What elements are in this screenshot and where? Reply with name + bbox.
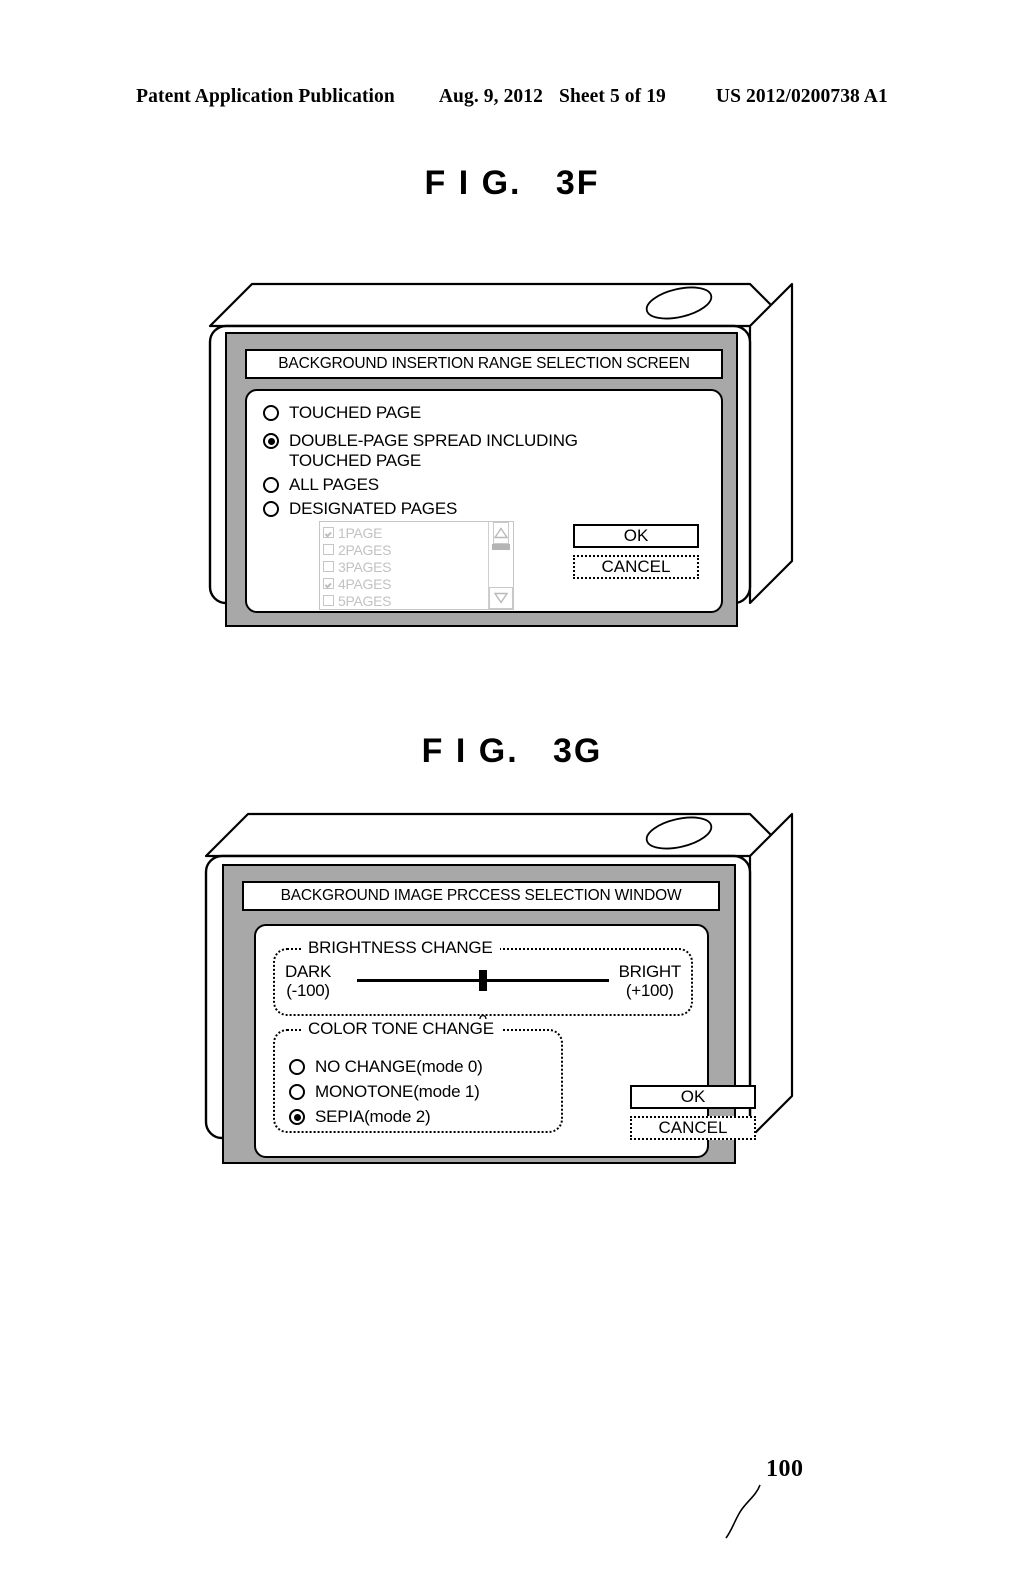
color-tone-group-legend: COLOR TONE CHANGE [301, 1019, 501, 1039]
triangle-up-icon[interactable] [493, 522, 509, 544]
cancel-button[interactable]: CANCEL [630, 1116, 756, 1140]
header-sheet-label: Sheet 5 of 19 [559, 86, 666, 107]
radio-option-monotone[interactable]: MONOTONE(mode 1) [289, 1082, 480, 1102]
scrollbar-thumb[interactable] [492, 544, 510, 550]
radio-indicator [263, 501, 279, 517]
checkbox-checked-icon[interactable] [323, 578, 334, 589]
ok-button[interactable]: OK [573, 524, 699, 548]
dialog-title-bar-fig3g: BACKGROUND IMAGE PRCCESS SELECTION WINDO… [242, 881, 720, 911]
slider-min-value: (-100) [286, 981, 330, 1000]
patent-drawing-page: { "header": { "publication": "Patent App… [0, 0, 1024, 1539]
screen-bezel-fig3f: BACKGROUND INSERTION RANGE SELECTION SCR… [225, 332, 738, 627]
checkbox-icon[interactable] [323, 595, 334, 606]
radio-indicator [263, 477, 279, 493]
slider-max-label: BRIGHT (+100) [618, 962, 682, 1000]
figure-3f-caption: F I G. 3F [424, 164, 600, 202]
brightness-slider-thumb[interactable] [479, 970, 487, 991]
radio-option-label-line2: TOUCHED PAGE [289, 451, 422, 470]
device-illustration-fig3f: BACKGROUND INSERTION RANGE SELECTION SCR… [196, 256, 816, 656]
brightness-group-legend: BRIGHTNESS CHANGE [301, 938, 500, 958]
list-item[interactable]: 2PAGES [323, 541, 488, 558]
checkbox-icon[interactable] [323, 544, 334, 555]
triangle-up-glyph [494, 527, 508, 539]
radio-indicator-selected [263, 433, 279, 449]
header-document-number: US 2012/0200738 A1 [715, 86, 888, 107]
triangle-down-icon[interactable] [489, 587, 513, 609]
slider-min-label: DARK (-100) [285, 962, 331, 1000]
list-item-label: 3PAGES [338, 558, 392, 575]
color-tone-change-group: COLOR TONE CHANGE NO CHANGE(mode 0) MONO… [273, 1019, 563, 1133]
dialog-body-fig3g: BRIGHTNESS CHANGE DARK (-100) BRIGHT (+1… [254, 924, 756, 1158]
radio-indicator-selected [289, 1109, 305, 1125]
listbox-scrollbar[interactable] [488, 522, 513, 609]
brightness-change-group: BRIGHTNESS CHANGE DARK (-100) BRIGHT (+1… [273, 938, 693, 1030]
page-header: Patent Application Publication Aug. 9, 2… [0, 86, 1024, 116]
designated-pages-listbox[interactable]: 1PAGE 2PAGES 3PAGES 4PAGES 5PAGES [319, 521, 514, 610]
radio-indicator [289, 1059, 305, 1075]
radio-option-label: SEPIA(mode 2) [315, 1107, 431, 1126]
radio-option-label: TOUCHED PAGE [289, 403, 422, 422]
radio-option-label: ALL PAGES [289, 475, 379, 494]
radio-option-all-pages[interactable]: ALL PAGES [263, 475, 379, 495]
radio-option-touched-page[interactable]: TOUCHED PAGE [263, 403, 421, 423]
header-date-label: Aug. 9, 2012 [438, 86, 543, 107]
reference-numeral-100-fig3g: 100 [766, 1456, 804, 1482]
radio-indicator [289, 1084, 305, 1100]
header-publication-label: Patent Application Publication [136, 86, 395, 107]
list-item[interactable]: 5PAGES [323, 592, 488, 609]
brightness-slider-track[interactable]: 0 [357, 970, 609, 1030]
radio-option-designated-pages[interactable]: DESIGNATED PAGES [263, 499, 457, 519]
radio-option-label-line1: DOUBLE-PAGE SPREAD INCLUDING [289, 431, 578, 450]
list-item[interactable]: 1PAGE [323, 524, 488, 541]
checkbox-checked-icon[interactable] [323, 527, 334, 538]
triangle-down-glyph [494, 592, 508, 604]
list-item[interactable]: 4PAGES [323, 575, 488, 592]
dialog-title-bar-fig3f: BACKGROUND INSERTION RANGE SELECTION SCR… [245, 349, 723, 379]
lead-line-fig3g [725, 1484, 761, 1539]
slider-max-value: (+100) [625, 981, 674, 1000]
radio-option-label: NO CHANGE(mode 0) [315, 1057, 483, 1076]
figure-3g-caption: F I G. 3G [421, 732, 603, 770]
device-illustration-fig3g: BACKGROUND IMAGE PRCCESS SELECTION WINDO… [192, 786, 812, 1186]
list-item-label: 5PAGES [338, 592, 392, 609]
radio-option-label: MONOTONE(mode 1) [315, 1082, 480, 1101]
radio-option-no-change[interactable]: NO CHANGE(mode 0) [289, 1057, 483, 1077]
checkbox-icon[interactable] [323, 561, 334, 572]
cancel-button[interactable]: CANCEL [573, 555, 699, 579]
slider-max-text: BRIGHT [618, 962, 682, 981]
radio-option-label: DESIGNATED PAGES [289, 499, 458, 518]
list-item-label: 4PAGES [338, 575, 392, 592]
radio-option-double-page-spread[interactable]: DOUBLE-PAGE SPREAD INCLUDING TOUCHED PAG… [263, 431, 578, 471]
slider-min-text: DARK [285, 962, 332, 981]
screen-bezel-fig3g: BACKGROUND IMAGE PRCCESS SELECTION WINDO… [222, 864, 756, 1164]
ok-button[interactable]: OK [630, 1085, 756, 1109]
list-item[interactable]: 3PAGES [323, 558, 488, 575]
list-item-label: 1PAGE [338, 524, 383, 541]
radio-indicator [263, 405, 279, 421]
radio-option-label: DOUBLE-PAGE SPREAD INCLUDING TOUCHED PAG… [289, 431, 578, 471]
listbox-items: 1PAGE 2PAGES 3PAGES 4PAGES 5PAGES [320, 522, 488, 609]
list-item-label: 2PAGES [338, 541, 392, 558]
dialog-body-fig3f: TOUCHED PAGE DOUBLE-PAGE SPREAD INCLUDIN… [245, 389, 723, 613]
radio-option-sepia[interactable]: SEPIA(mode 2) [289, 1107, 431, 1127]
